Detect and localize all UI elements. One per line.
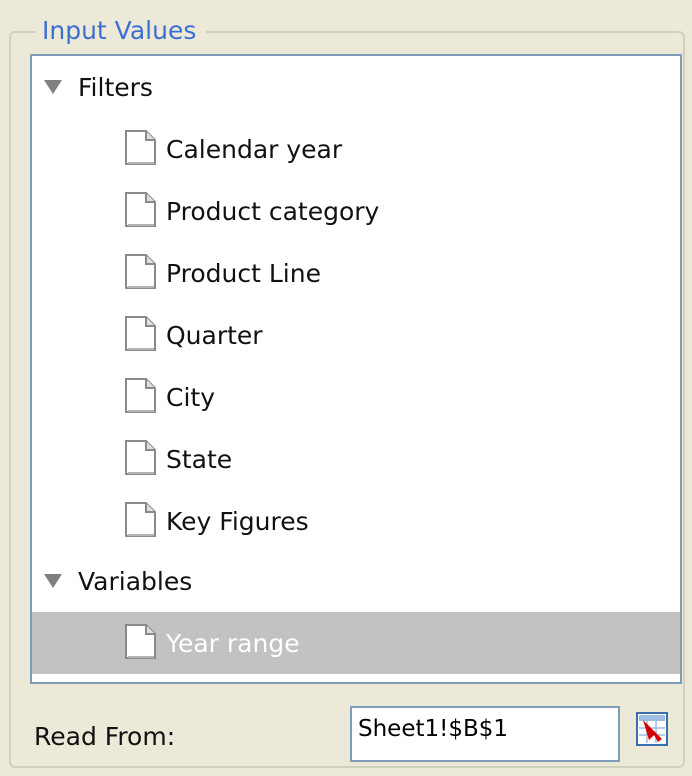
tree-item-label: State <box>166 444 233 474</box>
tree-item-label: Quarter <box>166 320 263 350</box>
triangle-down-icon[interactable] <box>44 574 62 588</box>
document-icon <box>125 378 156 413</box>
tree-item-label: Calendar year <box>166 134 343 164</box>
tree-item-key-figures[interactable]: Key Figures <box>32 490 680 552</box>
tree-item-state[interactable]: State <box>32 428 680 490</box>
tree-item-quarter[interactable]: Quarter <box>32 304 680 366</box>
read-from-label: Read From: <box>34 722 176 751</box>
read-from-input[interactable]: Sheet1!$B$1 <box>350 706 620 762</box>
tree-item-label: City <box>166 382 215 412</box>
tree-item-product-line[interactable]: Product Line <box>32 242 680 304</box>
document-icon <box>125 624 156 659</box>
document-icon <box>125 192 156 227</box>
tree-item-label: Year range <box>166 628 300 658</box>
tree-item-label: Key Figures <box>166 506 309 536</box>
tree-item-year-range[interactable]: Year range <box>32 612 680 674</box>
document-icon <box>125 254 156 289</box>
document-icon <box>125 502 156 537</box>
range-select-icon[interactable] <box>636 712 668 746</box>
tree-group-label: Variables <box>78 566 193 596</box>
tree-item-city[interactable]: City <box>32 366 680 428</box>
document-icon <box>125 316 156 351</box>
document-icon <box>125 130 156 165</box>
input-values-tree[interactable]: Filters Calendar year Product category P… <box>30 54 682 684</box>
groupbox-title: Input Values <box>36 14 207 48</box>
triangle-down-icon[interactable] <box>44 80 62 94</box>
tree-item-label: Product category <box>166 196 380 226</box>
input-values-panel: Input Values Filters Calendar year Produ… <box>0 0 692 776</box>
tree-group-variables[interactable]: Variables <box>32 550 680 612</box>
tree-item-product-category[interactable]: Product category <box>32 180 680 242</box>
tree-group-filters[interactable]: Filters <box>32 56 680 118</box>
document-icon <box>125 440 156 475</box>
tree-group-label: Filters <box>78 72 153 102</box>
tree-item-label: Product Line <box>166 258 321 288</box>
tree-item-calendar-year[interactable]: Calendar year <box>32 118 680 180</box>
